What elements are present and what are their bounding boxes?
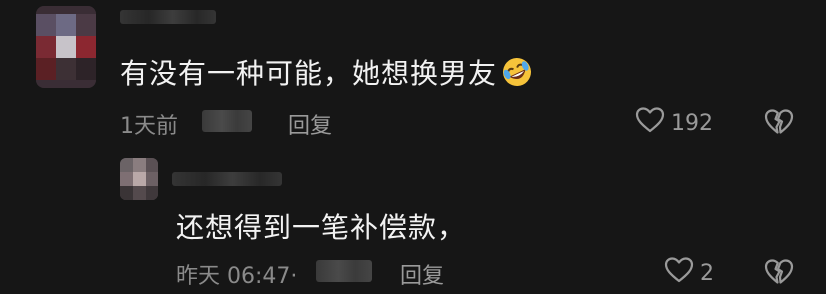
comment-time: 1天前 [120, 114, 178, 139]
avatar[interactable] [36, 6, 96, 88]
location-redacted [202, 110, 252, 132]
heart-outline-icon [635, 106, 665, 140]
location-redacted [316, 260, 372, 282]
like-button[interactable]: 2 [664, 256, 714, 290]
dislike-button[interactable] [764, 108, 794, 140]
comment-time: 昨天 06:47· [176, 264, 298, 289]
avatar[interactable] [120, 158, 158, 200]
comment-text: 还想得到一笔补偿款， [176, 211, 467, 244]
like-count: 2 [700, 260, 714, 286]
broken-heart-icon [764, 259, 794, 290]
username-redacted[interactable] [120, 10, 216, 24]
heart-outline-icon [664, 256, 694, 290]
comment-text: 有没有一种可能，她想换男友 [120, 52, 533, 95]
broken-heart-icon [764, 109, 794, 140]
reply-button[interactable]: 回复 [400, 258, 444, 290]
like-count: 192 [671, 110, 713, 136]
like-button[interactable]: 192 [635, 106, 713, 140]
dislike-button[interactable] [764, 258, 794, 290]
username-redacted[interactable] [172, 172, 282, 186]
reply-button[interactable]: 回复 [288, 108, 332, 140]
rolling-on-floor-laughing-icon [501, 56, 533, 95]
comment-body: 有没有一种可能，她想换男友 [120, 57, 498, 90]
